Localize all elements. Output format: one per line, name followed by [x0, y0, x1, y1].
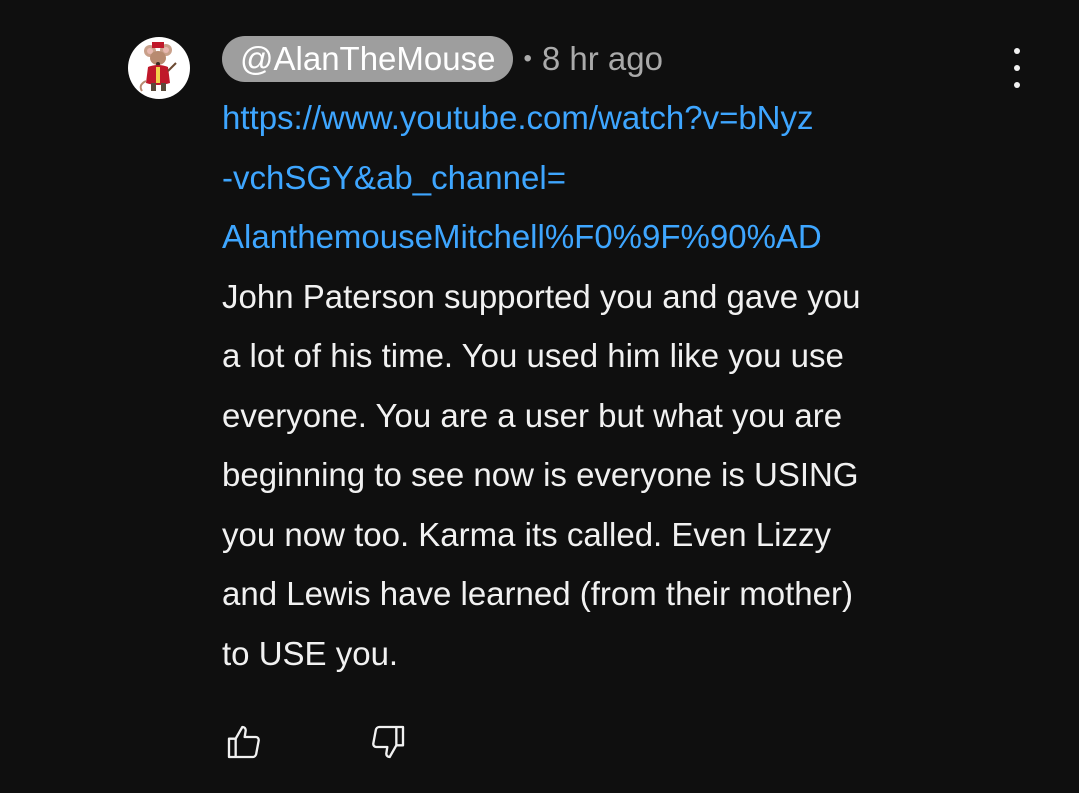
comment-text-line: everyone. You are a user but what you ar…: [222, 396, 843, 434]
menu-dot: [1014, 65, 1020, 71]
comment-header: @AlanTheMouse • 8 hr ago: [222, 36, 663, 82]
comment-item: @AlanTheMouse • 8 hr ago https://www.you…: [0, 0, 1079, 793]
author-name[interactable]: @AlanTheMouse: [222, 36, 514, 82]
comment-text-line: to USE you.: [222, 634, 399, 672]
comment-text-line: John Paterson supported you and gave you: [222, 277, 861, 315]
like-button[interactable]: [222, 720, 266, 764]
comment-link-line[interactable]: AlanthemouseMitchell%F0%9F%90%AD: [222, 207, 1022, 267]
comment-body: https://www.youtube.com/watch?v=bNyz -vc…: [222, 88, 1022, 683]
comment-text-line: beginning to see now is everyone is USIN…: [222, 456, 859, 493]
comment-text-line: and Lewis have learned (from their mothe…: [222, 575, 853, 612]
timestamp[interactable]: 8 hr ago: [542, 40, 663, 78]
dislike-button[interactable]: [366, 720, 410, 764]
comment-text-line: a lot of his time. You used him like you…: [222, 337, 844, 374]
comment-text-line: you now too. Karma its called. Even Lizz…: [222, 515, 831, 553]
avatar[interactable]: [128, 37, 190, 99]
more-vert-icon[interactable]: [1000, 48, 1034, 88]
separator-dot: •: [523, 45, 532, 72]
thumb-up-icon: [227, 725, 260, 759]
menu-dot: [1014, 48, 1020, 54]
comment-actions: [222, 720, 410, 764]
thumb-down-icon: [372, 725, 405, 759]
comment-link-line[interactable]: -vchSGY&ab_channel=: [222, 148, 1022, 208]
comment-link-line[interactable]: https://www.youtube.com/watch?v=bNyz: [222, 88, 1022, 148]
mouse-character-icon: [139, 42, 177, 92]
